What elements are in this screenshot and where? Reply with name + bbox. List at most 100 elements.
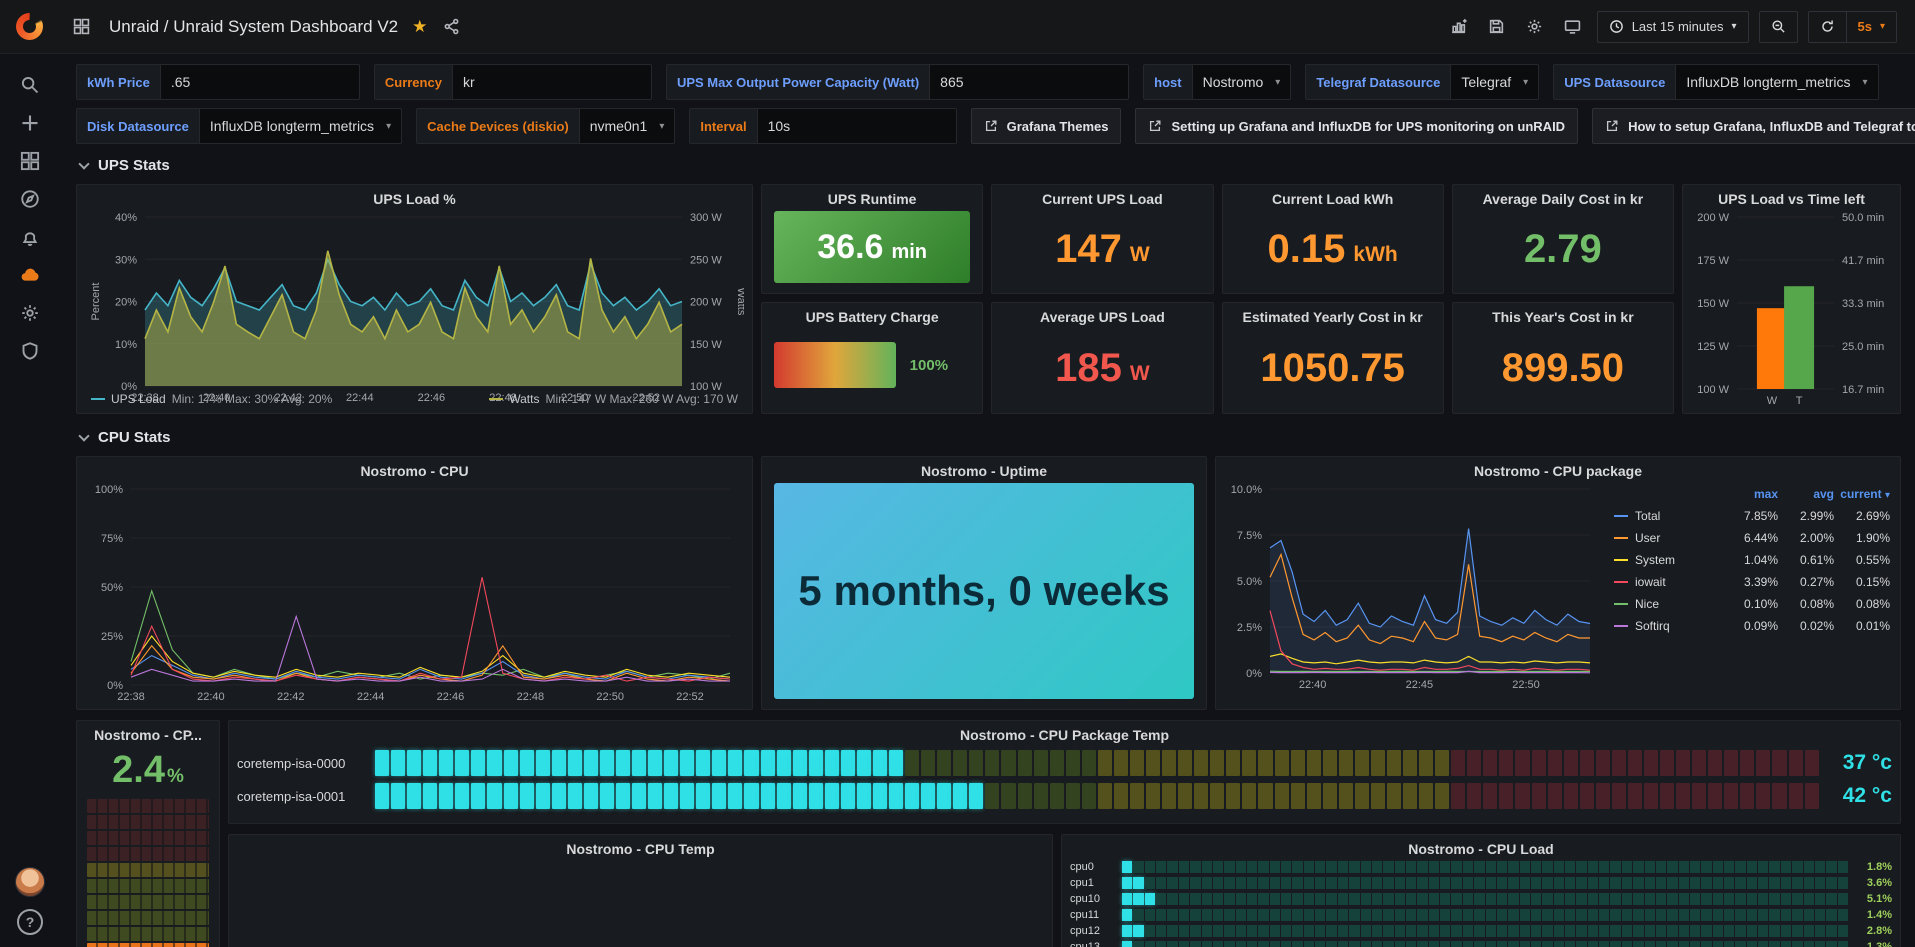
legend-row[interactable]: Softirq0.09%0.02%0.01% <box>1614 619 1890 633</box>
kwh-price-input[interactable] <box>160 64 360 100</box>
legend-row[interactable]: Total7.85%2.99%2.69% <box>1614 509 1890 523</box>
panel-title[interactable]: Average UPS Load <box>1000 309 1204 325</box>
refresh-interval-dropdown[interactable]: 5s ▾ <box>1847 11 1898 43</box>
stat-body: 185 W <box>1000 327 1204 409</box>
panel-title[interactable]: Nostromo - CPU <box>85 463 744 479</box>
legend-avg: 2.00% <box>1778 531 1834 545</box>
legend-row[interactable]: User6.44%2.00%1.90% <box>1614 531 1890 545</box>
legend-header[interactable]: avg <box>1778 487 1834 501</box>
legend-header-row: maxavgcurrent ▾ <box>1614 487 1890 501</box>
dashboards-icon[interactable] <box>9 142 51 180</box>
search-icon[interactable] <box>9 66 51 104</box>
legend-row[interactable]: iowait3.39%0.27%0.15% <box>1614 575 1890 589</box>
ups-datasource-select[interactable]: InfluxDB longterm_metrics ▾ <box>1675 64 1878 100</box>
panel-title[interactable]: UPS Runtime <box>770 191 974 207</box>
link-telegraf-setup-guide[interactable]: How to setup Grafana, InfluxDB and Teleg… <box>1592 108 1915 144</box>
explore-compass-icon[interactable] <box>9 180 51 218</box>
panel-title[interactable]: Current Load kWh <box>1231 191 1435 207</box>
led-row-value: 1.8% <box>1856 861 1892 873</box>
panel-title[interactable]: Nostromo - CPU Temp <box>237 841 1044 857</box>
legend-avg: 0.61% <box>1778 553 1834 567</box>
panel-title[interactable]: UPS Load % <box>85 191 744 207</box>
led-bar <box>1122 877 1848 889</box>
panel-title[interactable]: Nostromo - Uptime <box>770 463 1198 479</box>
legend-header[interactable]: current ▾ <box>1834 487 1890 501</box>
legend-header[interactable]: max <box>1722 487 1778 501</box>
link-ups-monitoring-guide[interactable]: Setting up Grafana and InfluxDB for UPS … <box>1135 108 1578 144</box>
ups-max-output-input[interactable] <box>929 64 1129 100</box>
configuration-gear-icon[interactable] <box>9 294 51 332</box>
led-bar <box>1122 861 1848 873</box>
grafana-logo[interactable] <box>16 13 43 40</box>
gauge-segment <box>87 815 209 829</box>
panel-title[interactable]: Average Daily Cost in kr <box>1461 191 1665 207</box>
gauge-segment <box>87 879 209 893</box>
interval-input[interactable] <box>757 108 957 144</box>
cloud-icon[interactable] <box>9 256 51 294</box>
save-dashboard-icon[interactable] <box>1483 13 1511 41</box>
cache-devices-select[interactable]: nvme0n1 ▾ <box>579 108 676 144</box>
left-sidebar: ? <box>0 54 60 947</box>
var-interval: Interval <box>689 108 956 144</box>
stat-value: 1050.75 <box>1260 348 1405 388</box>
panel-title[interactable]: Nostromo - CPU package <box>1224 463 1892 479</box>
currency-input[interactable] <box>452 64 652 100</box>
legend-row[interactable]: System1.04%0.61%0.55% <box>1614 553 1890 567</box>
panel-title[interactable]: Nostromo - CP... <box>85 727 211 743</box>
alerting-bell-icon[interactable] <box>9 218 51 256</box>
panel-title[interactable]: UPS Battery Charge <box>770 309 974 325</box>
cpu-chart[interactable]: 0%25%50%75%100%22:3822:4022:4222:4422:46… <box>85 481 744 705</box>
panel-title[interactable]: Nostromo - CPU Load <box>1070 841 1892 857</box>
external-link-icon <box>1148 119 1162 133</box>
battery-gauge-body: 100% <box>770 327 974 409</box>
favorite-star-icon[interactable]: ★ <box>412 17 427 37</box>
section-cpu-stats[interactable]: CPU Stats <box>76 424 1901 450</box>
host-select[interactable]: Nostromo ▾ <box>1192 64 1292 100</box>
panel-title[interactable]: Current UPS Load <box>1000 191 1204 207</box>
svg-text:22:46: 22:46 <box>437 691 465 703</box>
link-grafana-themes[interactable]: Grafana Themes <box>971 108 1122 144</box>
time-range-picker[interactable]: Last 15 minutes ▾ <box>1597 11 1749 43</box>
chevron-down-icon: ▾ <box>659 121 664 132</box>
legend-current: 0.01% <box>1834 619 1890 633</box>
section-ups-stats[interactable]: UPS Stats <box>76 152 1901 178</box>
led-bar <box>375 750 1818 776</box>
panel-title[interactable]: This Year's Cost in kr <box>1461 309 1665 325</box>
ups-load-vs-time-chart[interactable]: 100 W125 W150 W175 W200 W16.7 min25.0 mi… <box>1691 209 1892 409</box>
zoom-out-button[interactable] <box>1759 11 1798 43</box>
panel-cpu-chart: Nostromo - CPU 0%25%50%75%100%22:3822:40… <box>76 456 753 710</box>
help-icon[interactable]: ? <box>17 909 43 935</box>
cycle-view-mode-icon[interactable] <box>1559 13 1587 41</box>
panel-title[interactable]: UPS Load vs Time left <box>1691 191 1892 207</box>
svg-text:175 W: 175 W <box>1697 255 1729 267</box>
cpu-load-leds: cpu01.8%cpu13.6%cpu105.1%cpu111.4%cpu122… <box>1070 859 1892 947</box>
led-bar <box>1122 893 1848 905</box>
svg-text:40%: 40% <box>115 212 137 224</box>
server-admin-shield-icon[interactable] <box>9 332 51 370</box>
user-avatar[interactable] <box>15 867 45 897</box>
telegraf-datasource-select[interactable]: Telegraf ▾ <box>1450 64 1539 100</box>
disk-datasource-select[interactable]: InfluxDB longterm_metrics ▾ <box>199 108 402 144</box>
create-plus-icon[interactable] <box>9 104 51 142</box>
svg-text:22:45: 22:45 <box>1406 679 1434 691</box>
var-cache-devices: Cache Devices (diskio) nvme0n1 ▾ <box>416 108 675 144</box>
dashboard-grid-icon[interactable] <box>67 13 95 41</box>
legend-series-name: Softirq <box>1614 619 1722 633</box>
external-link-icon <box>1605 119 1619 133</box>
ups-load-chart[interactable]: 0%10%20%30%40%100 W150 W200 W250 W300 W2… <box>85 209 744 392</box>
dashboard-title[interactable]: Unraid / Unraid System Dashboard V2 <box>109 17 398 37</box>
add-panel-icon[interactable] <box>1445 13 1473 41</box>
panel-title[interactable]: Estimated Yearly Cost in kr <box>1231 309 1435 325</box>
cpu-stats-grid: Nostromo - CPU 0%25%50%75%100%22:3822:40… <box>76 456 1901 710</box>
refresh-button[interactable] <box>1808 11 1847 43</box>
cpu-package-chart[interactable]: 0%2.5%5.0%7.5%10.0%22:4022:4522:50 <box>1224 481 1604 693</box>
share-icon[interactable] <box>437 13 465 41</box>
led-row: cpu13.6% <box>1070 877 1892 889</box>
legend-item[interactable]: UPS LoadMin: 17% Max: 30% Avg: 20% <box>91 392 332 406</box>
panel-title[interactable]: Nostromo - CPU Package Temp <box>237 727 1892 743</box>
legend-row[interactable]: Nice0.10%0.08%0.08% <box>1614 597 1890 611</box>
legend-item[interactable]: WattsMin: 147 W Max: 260 W Avg: 170 W <box>489 392 738 406</box>
chevron-down-icon: ▾ <box>1523 77 1528 88</box>
cpu-package-temp-leds: coretemp-isa-000037 °ccoretemp-isa-00014… <box>237 745 1892 819</box>
dashboard-settings-icon[interactable] <box>1521 13 1549 41</box>
